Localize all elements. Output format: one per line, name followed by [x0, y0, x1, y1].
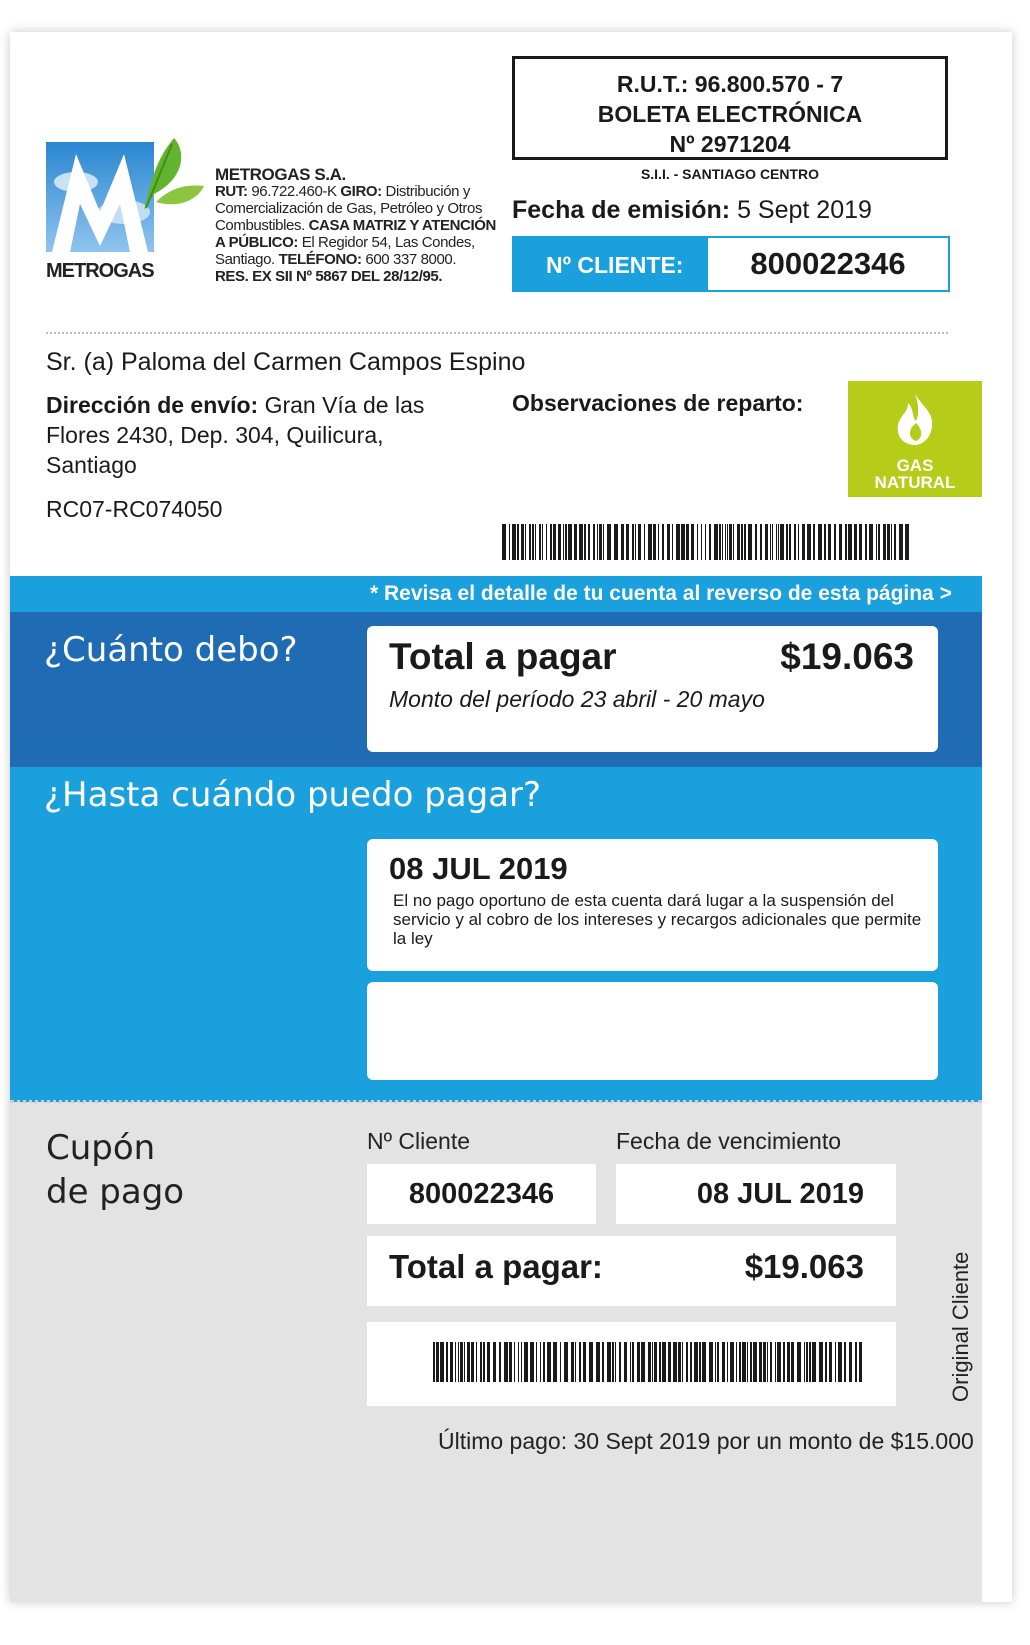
- client-number-value: 800022346: [708, 238, 948, 290]
- original-client-label: Original Cliente: [948, 1251, 973, 1402]
- amount-due-section: ¿Cuánto debo? Total a pagar $19.063 Mont…: [10, 612, 982, 767]
- delivery-notes-label: Observaciones de reparto:: [512, 390, 804, 416]
- doc-number: Nº 2971204: [669, 131, 791, 157]
- coupon-total-amount: $19.063: [744, 1248, 864, 1285]
- late-payment-note: El no pago oportuno de esta cuenta dará …: [393, 891, 922, 948]
- due-date-card: 08 JUL 2019 El no pago oportuno de esta …: [367, 839, 938, 971]
- company-info: METROGAS S.A. RUT: 96.722.460-K GIRO: Di…: [215, 166, 505, 285]
- telefono-value: 600 337 8000.: [365, 251, 457, 268]
- rut-value: 96.722.460-K: [251, 183, 337, 200]
- gas-natural-text: GAS NATURAL: [848, 457, 982, 491]
- due-date-section: ¿Hasta cuándo puedo pagar? 08 JUL 2019 E…: [10, 767, 982, 1102]
- coupon-title: Cupón de pago: [46, 1126, 184, 1214]
- coupon-client-label: Nº Cliente: [367, 1128, 470, 1154]
- coupon-title-line-2: de pago: [46, 1172, 185, 1212]
- billing-period: Monto del período 23 abril - 20 mayo: [389, 686, 765, 712]
- last-payment: Último pago: 30 Sept 2019 por un monto d…: [438, 1428, 974, 1454]
- route-code: RC07-RC074050: [46, 496, 223, 522]
- company-name: METROGAS S.A.: [215, 165, 346, 184]
- badge-line-1: GAS: [896, 456, 934, 475]
- doc-type: BOLETA ELECTRÓNICA: [597, 101, 863, 127]
- issue-date-value: 5 Sept 2019: [737, 196, 872, 224]
- barcode-coupon: [433, 1342, 865, 1382]
- client-number-bar: Nº CLIENTE: 800022346: [512, 236, 950, 292]
- coupon-client-box: 800022346: [367, 1164, 596, 1224]
- customer-name: Sr. (a) Paloma del Carmen Campos Espino: [46, 348, 526, 376]
- amount-due-title: ¿Cuánto debo?: [44, 630, 298, 670]
- document-id-box: R.U.T.: 96.800.570 - 7 BOLETA ELECTRÓNIC…: [512, 56, 948, 160]
- giro-label: GIRO:: [340, 183, 382, 200]
- barcode-gap: [862, 1342, 865, 1382]
- tear-line: [10, 1100, 982, 1103]
- shipping-address-label: Dirección de envío:: [46, 392, 259, 418]
- issue-date-label: Fecha de emisión:: [512, 196, 731, 224]
- coupon-barcode-box: [367, 1322, 896, 1406]
- issue-date: Fecha de emisión: 5 Sept 2019: [512, 196, 872, 225]
- flame-icon: [897, 393, 933, 445]
- telefono-label: TELÉFONO:: [278, 251, 362, 268]
- coupon-due-label: Fecha de vencimiento: [616, 1128, 842, 1154]
- due-date-value: 08 JUL 2019: [389, 851, 568, 886]
- divider: [46, 332, 948, 334]
- bill-sheet: METROGAS METROGAS S.A. RUT: 96.722.460-K…: [10, 32, 1012, 1602]
- leaf-icon: [144, 138, 204, 210]
- sii-office: S.I.I. - SANTIAGO CENTRO: [640, 166, 820, 182]
- empty-card: [367, 982, 938, 1080]
- barcode-gap: [909, 524, 911, 560]
- rut-label: RUT:: [215, 183, 248, 200]
- payment-coupon: Cupón de pago Nº Cliente Fecha de vencim…: [10, 1100, 982, 1602]
- coupon-client-value: 800022346: [408, 1178, 555, 1210]
- badge-line-2: NATURAL: [874, 473, 956, 492]
- coupon-total-box: Total a pagar: $19.063: [367, 1236, 896, 1306]
- doc-rut: R.U.T.: 96.800.570 - 7: [616, 71, 844, 97]
- back-page-notice-text: * Revisa el detalle de tu cuenta al reve…: [370, 582, 952, 605]
- company-details: RUT: 96.722.460-K GIRO: Distribución y C…: [215, 183, 505, 285]
- coupon-due-value: 08 JUL 2019: [696, 1178, 864, 1210]
- logo-wordmark: METROGAS: [46, 260, 155, 282]
- barcode-top: [502, 524, 910, 560]
- metrogas-logo: METROGAS: [46, 138, 204, 282]
- gas-natural-badge: GAS NATURAL: [848, 381, 982, 497]
- due-date-title: ¿Hasta cuándo puedo pagar?: [44, 775, 542, 815]
- total-card: Total a pagar $19.063 Monto del período …: [367, 626, 938, 752]
- back-page-notice[interactable]: * Revisa el detalle de tu cuenta al reve…: [10, 576, 982, 612]
- shipping-address: Dirección de envío: Gran Vía de las Flor…: [46, 390, 466, 480]
- total-label: Total a pagar: [389, 636, 617, 677]
- resolution: RES. EX SII Nº 5867 DEL 28/12/95.: [215, 268, 443, 285]
- coupon-title-line-1: Cupón: [46, 1128, 156, 1168]
- coupon-due-box: 08 JUL 2019: [616, 1164, 896, 1224]
- total-amount: $19.063: [780, 636, 914, 677]
- coupon-total-label: Total a pagar:: [389, 1248, 603, 1285]
- client-number-label: Nº CLIENTE:: [546, 252, 684, 278]
